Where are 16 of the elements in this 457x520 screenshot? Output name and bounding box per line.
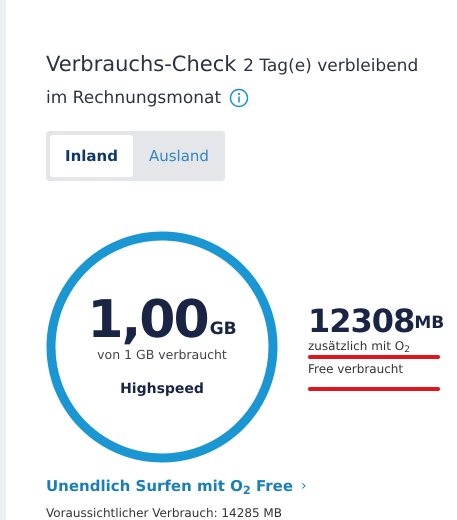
extra-unit: MB <box>414 312 444 335</box>
forecast-text: Voraussichtlicher Verbrauch: 14285 MB <box>46 504 283 520</box>
extra-caption: Free verbraucht <box>308 360 404 376</box>
usage-unit: GB <box>210 318 237 341</box>
billing-period: im Rechnungsmonat <box>46 87 222 110</box>
usage-amount: 1,00 <box>87 294 208 346</box>
extra-caption: zusätzlich mit O$_{2}$ <box>308 338 411 354</box>
region-tab[interactable]: Inland <box>50 135 133 177</box>
usage-caption: von 1 GB verbraucht <box>97 346 227 364</box>
info-icon[interactable] <box>229 88 250 108</box>
region-tab[interactable]: Ausland <box>136 135 221 177</box>
speed-label: Highspeed <box>120 380 204 399</box>
section-title: Verbrauchs-Check <box>46 52 236 76</box>
o2-free-link[interactable]: Unendlich Surfen mit O$_{2}$ Free › <box>46 475 457 498</box>
days-remaining: 2 Tag(e) verbleibend <box>243 56 418 76</box>
extra-amount: 12308 <box>308 304 414 338</box>
